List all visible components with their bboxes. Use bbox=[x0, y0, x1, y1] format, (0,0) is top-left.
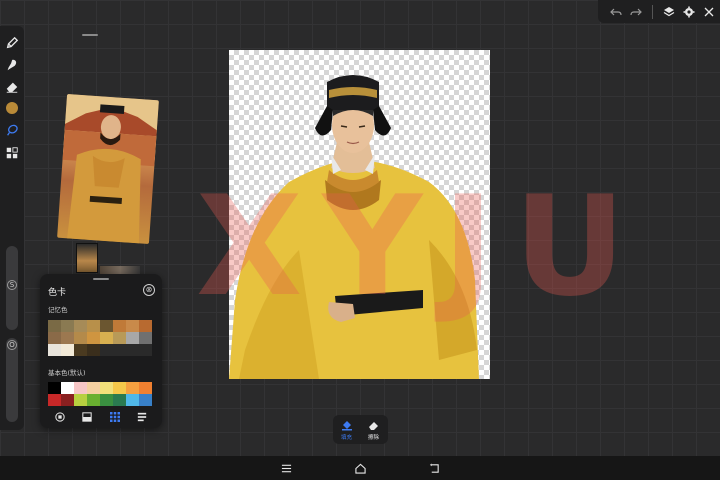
basic-color-swatch[interactable] bbox=[87, 394, 100, 406]
menu-icon[interactable] bbox=[279, 461, 293, 475]
memory-color-swatch[interactable] bbox=[139, 320, 152, 332]
reference-drag-handle[interactable] bbox=[82, 34, 98, 36]
image-icon[interactable] bbox=[81, 411, 93, 423]
lasso-icon[interactable] bbox=[3, 121, 21, 139]
layers-grid-icon[interactable] bbox=[3, 144, 21, 162]
reference-thumbnail[interactable] bbox=[76, 243, 98, 273]
memory-color-swatch[interactable] bbox=[48, 320, 61, 332]
smudge-icon[interactable] bbox=[3, 56, 21, 74]
memory-color-swatch[interactable] bbox=[126, 344, 139, 356]
basic-color-swatch[interactable] bbox=[100, 382, 113, 394]
memory-color-swatch[interactable] bbox=[100, 320, 113, 332]
layers-icon[interactable] bbox=[659, 2, 679, 22]
eraser-icon bbox=[368, 421, 378, 430]
memory-colors-label: 记忆色 bbox=[48, 306, 68, 314]
erase-button[interactable]: 擦除 bbox=[360, 415, 387, 444]
memory-color-swatch[interactable] bbox=[139, 332, 152, 344]
fill-erase-popup: 填充 擦除 bbox=[333, 415, 388, 444]
memory-color-swatch[interactable] bbox=[61, 320, 74, 332]
brush-icon[interactable] bbox=[3, 34, 21, 52]
memory-color-swatch[interactable] bbox=[100, 332, 113, 344]
reference-image[interactable] bbox=[57, 93, 159, 245]
basic-color-swatch[interactable] bbox=[126, 394, 139, 406]
toolbar-divider bbox=[652, 4, 653, 19]
settings-icon[interactable] bbox=[679, 2, 699, 22]
opacity-slider[interactable]: O bbox=[6, 338, 18, 422]
home-icon[interactable] bbox=[353, 461, 367, 475]
list-icon[interactable] bbox=[136, 411, 148, 423]
drawing-canvas[interactable] bbox=[229, 50, 490, 379]
reference-strip bbox=[100, 266, 140, 274]
memory-color-swatch[interactable] bbox=[87, 320, 100, 332]
eraser-icon[interactable] bbox=[3, 78, 21, 96]
opacity-slider-knob[interactable]: O bbox=[7, 340, 17, 350]
back-icon[interactable] bbox=[427, 461, 441, 475]
system-nav-bar bbox=[0, 456, 720, 480]
memory-color-swatch[interactable] bbox=[48, 344, 61, 356]
basic-color-swatch[interactable] bbox=[139, 382, 152, 394]
top-toolbar bbox=[598, 0, 720, 23]
fill-button[interactable]: 填充 bbox=[333, 415, 360, 444]
memory-color-swatch[interactable] bbox=[61, 332, 74, 344]
panel-drag-handle[interactable] bbox=[93, 278, 109, 280]
basic-color-swatch[interactable] bbox=[100, 394, 113, 406]
basic-color-swatch[interactable] bbox=[61, 382, 74, 394]
size-slider-knob[interactable]: S bbox=[7, 280, 17, 290]
memory-color-swatch[interactable] bbox=[74, 332, 87, 344]
memory-color-swatch[interactable] bbox=[139, 344, 152, 356]
current-color-swatch bbox=[6, 102, 18, 114]
basic-colors-label: 基本色(默认) bbox=[48, 369, 86, 377]
memory-color-grid bbox=[48, 320, 152, 356]
undo-icon[interactable] bbox=[606, 2, 626, 22]
grid-icon[interactable] bbox=[109, 411, 121, 423]
redo-icon[interactable] bbox=[626, 2, 646, 22]
artwork bbox=[229, 75, 479, 379]
left-toolbar: S O bbox=[0, 26, 24, 430]
basic-color-swatch[interactable] bbox=[113, 394, 126, 406]
basic-color-swatch[interactable] bbox=[113, 382, 126, 394]
memory-color-swatch[interactable] bbox=[61, 344, 74, 356]
memory-color-swatch[interactable] bbox=[113, 344, 126, 356]
memory-color-swatch[interactable] bbox=[113, 332, 126, 344]
basic-color-swatch[interactable] bbox=[74, 382, 87, 394]
basic-color-swatch[interactable] bbox=[139, 394, 152, 406]
palette-circle-icon[interactable] bbox=[54, 411, 66, 423]
fill-label: 填充 bbox=[340, 434, 352, 441]
memory-color-swatch[interactable] bbox=[74, 320, 87, 332]
fill-bucket-icon bbox=[341, 420, 352, 430]
memory-color-swatch[interactable] bbox=[87, 344, 100, 356]
basic-color-swatch[interactable] bbox=[126, 382, 139, 394]
basic-color-swatch[interactable] bbox=[61, 394, 74, 406]
memory-color-swatch[interactable] bbox=[113, 320, 126, 332]
memory-color-swatch[interactable] bbox=[126, 332, 139, 344]
color-panel-tabs bbox=[46, 410, 156, 424]
basic-color-swatch[interactable] bbox=[48, 382, 61, 394]
erase-label: 擦除 bbox=[367, 434, 379, 441]
size-slider[interactable]: S bbox=[6, 246, 18, 330]
color-card-panel: 色卡 ⊗ 记忆色 基本色(默认) bbox=[40, 274, 162, 428]
memory-color-swatch[interactable] bbox=[100, 344, 113, 356]
basic-color-swatch[interactable] bbox=[48, 394, 61, 406]
basic-color-grid bbox=[48, 382, 152, 406]
memory-color-swatch[interactable] bbox=[48, 332, 61, 344]
memory-color-swatch[interactable] bbox=[126, 320, 139, 332]
memory-color-swatch[interactable] bbox=[87, 332, 100, 344]
close-icon[interactable] bbox=[699, 2, 719, 22]
memory-color-swatch[interactable] bbox=[74, 344, 87, 356]
color-dot[interactable] bbox=[3, 99, 21, 117]
panel-title: 色卡 bbox=[48, 288, 67, 298]
basic-color-swatch[interactable] bbox=[74, 394, 87, 406]
close-icon[interactable]: ⊗ bbox=[143, 284, 155, 296]
basic-color-swatch[interactable] bbox=[87, 382, 100, 394]
